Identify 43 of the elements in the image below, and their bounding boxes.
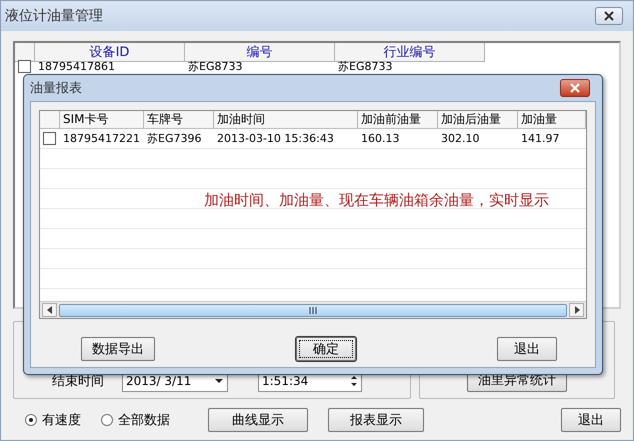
close-button[interactable] [560,79,590,97]
column-header[interactable]: 加油量 [518,111,586,129]
table-cell-text: 18795417221 [62,132,141,145]
column-header[interactable]: SIM卡号 [60,111,144,129]
column-header[interactable]: 加油前油量 [358,111,438,129]
left-arrow-icon[interactable] [46,306,52,314]
radio-button[interactable] [25,414,37,426]
column-header[interactable]: 设备ID [35,43,185,62]
annotation-text: 加油时间、加油量、现在车辆油箱余油量，实时显示 [204,191,549,210]
dialog-button[interactable]: 数据导出 [81,337,155,361]
row-checkbox[interactable] [43,132,56,145]
column-header[interactable]: 加油时间 [214,111,358,129]
close-button[interactable] [595,7,623,25]
column-header[interactable]: 编号 [185,43,335,62]
end-time-label: 结束时间 [52,373,105,390]
dialog-button[interactable]: 确定 [296,337,356,361]
radio-button[interactable] [101,414,113,426]
table-cell-text: 2013-03-10 15:36:43 [216,132,335,145]
chart-button[interactable]: 曲线显示 [208,408,308,432]
table-cell-text: 苏EG8733 [187,60,244,73]
column-header[interactable]: 加油后油量 [438,111,518,129]
table-cell-text: 302.10 [440,132,480,145]
exit-button[interactable]: 退出 [561,408,621,432]
radio-label[interactable]: 全部数据 [118,411,170,429]
dialog-title: 油量报表 [30,80,82,97]
row-checkbox[interactable] [18,60,31,73]
column-header[interactable]: 车牌号 [144,111,214,129]
close-icon [569,83,581,93]
dialog-button[interactable]: 退出 [497,337,557,361]
table-cell-text: 141.97 [520,132,560,145]
scroll-thumb[interactable] [59,304,567,316]
right-arrow-icon[interactable] [574,306,580,314]
table-cell-text: 苏EG7396 [146,132,202,145]
horizontal-scrollbar[interactable] [40,301,586,318]
table-cell-text: 160.13 [360,132,400,145]
table-cell-text: 18795417861 [37,60,116,73]
window-title: 液位计油量管理 [5,7,103,25]
radio-label[interactable]: 有速度 [42,411,81,429]
close-icon [603,11,615,21]
grip-icon [309,306,317,314]
table-cell-text: 苏EG8733 [337,60,394,73]
column-header[interactable]: 行业编号 [335,43,485,62]
report-button[interactable]: 报表显示 [328,408,424,432]
